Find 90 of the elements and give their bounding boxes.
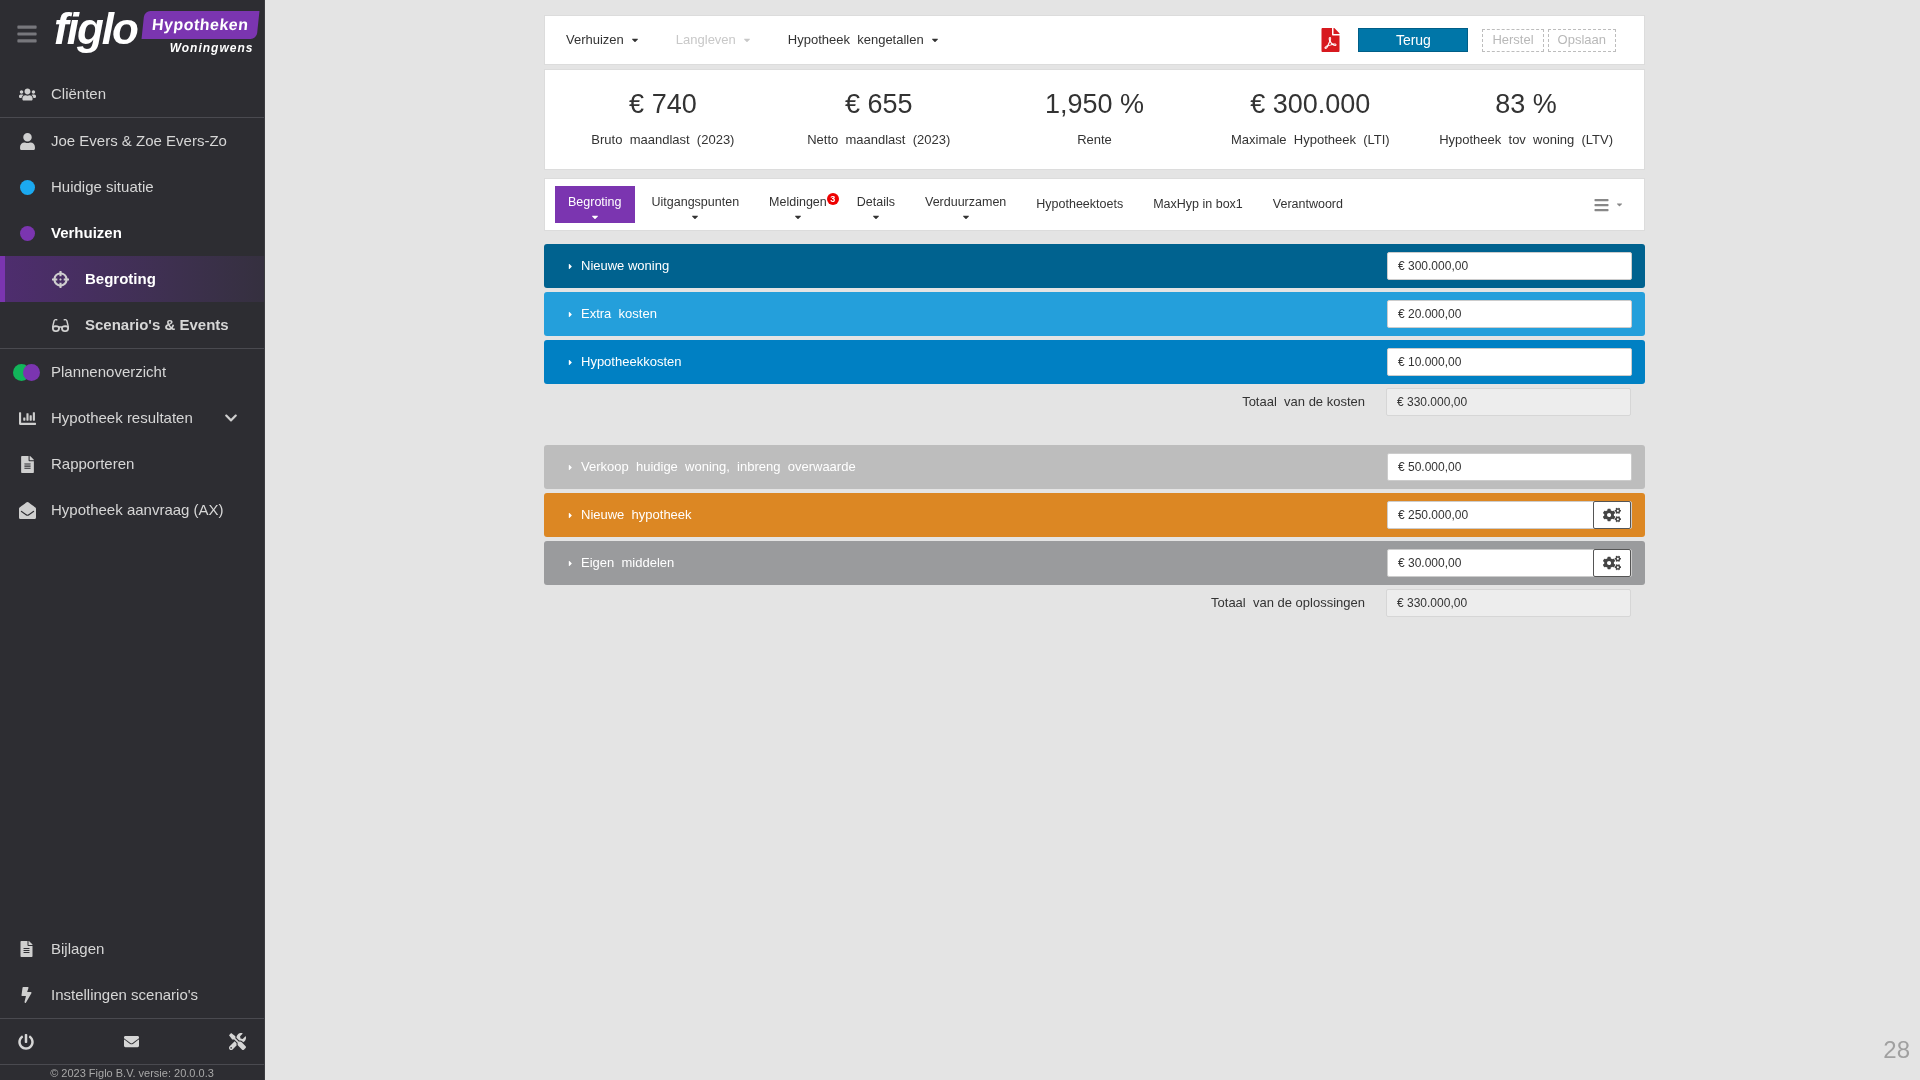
crosshair-icon [52,270,69,288]
settings-icon [1603,555,1621,571]
kpi-value: € 655 [844,89,913,118]
power-button[interactable] [18,1033,34,1050]
total-label: Totaal van de kosten [1242,393,1365,412]
tab[interactable]: Verantwoord [1259,186,1356,223]
sidebar-item[interactable]: Hypotheek aanvraag (AX) [0,487,264,533]
tab[interactable]: Hypotheektoets [1023,186,1137,223]
copyright-text: © 2023 Figlo B.V. versie: 20.0.0.3 [50,1066,214,1079]
kpi-value: 83 % [1495,89,1557,118]
amount-field[interactable]: € 10.000,00 [1387,348,1632,376]
page-number: 28 [1883,1035,1910,1065]
sidebar-item[interactable]: Bijlagen [0,926,264,972]
kpi-label: Netto maandlast (2023) [807,130,951,149]
kpi-label: Hypotheek tov woning (LTV) [1439,130,1614,149]
caret-icon [566,357,575,367]
total-label: Totaal van de oplossingen [1211,594,1365,613]
bolt-icon [19,987,34,1003]
tools-button[interactable] [229,1033,246,1050]
amount-field[interactable]: € 300.000,00 [1387,252,1632,280]
power-icon [18,1033,34,1050]
tab[interactable]: Uitgangspunten [638,186,753,223]
logo-subtitle: Woningwens [169,40,255,57]
amount-field[interactable]: € 20.000,00 [1387,300,1632,328]
accordion-panel[interactable]: Extra kosten € 20.000,00 [544,292,1645,336]
total-field: € 330.000,00 [1386,388,1631,416]
logo-badge: Hypotheken [141,11,259,39]
total-field: € 330.000,00 [1386,589,1631,617]
bar-chart-icon [19,409,36,427]
envelope-open-icon [19,501,36,519]
sidebar-item[interactable]: Cliënten [0,71,264,117]
pdf-icon[interactable] [1321,28,1341,52]
caret-icon [566,309,575,319]
panel-title: Eigen middelen [581,554,676,573]
sidebar-item[interactable]: Plannenoverzicht [0,349,264,395]
menu-icon[interactable] [14,23,40,45]
sidebar-subitem[interactable]: Begroting [0,256,264,302]
dual-dot-icon [13,363,40,381]
caret-icon [566,558,575,568]
accordion-panel[interactable]: Nieuwe hypotheek € 250.000,00 [544,493,1645,537]
amount-field[interactable]: € 50.000,00 [1387,453,1632,481]
kpi-value: € 300.000 [1250,89,1371,118]
notification-badge: 3 [826,193,839,205]
accordion-panel[interactable]: Eigen middelen € 30.000,00 [544,541,1645,585]
sidebar-item[interactable]: Rapporteren [0,441,264,487]
back-button[interactable]: Terug [1358,28,1469,52]
kpi-label: Maximale Hypotheek (LTI) [1230,130,1390,149]
caret-icon [566,462,575,472]
caret-icon [566,510,575,520]
document-icon [19,941,34,957]
tab[interactable]: Meldingen 3 [756,186,840,223]
amount-field[interactable]: € 30.000,00 [1387,549,1632,577]
sidebar-item[interactable]: Instellingen scenario's [0,972,264,1018]
menu-icon [1592,196,1611,213]
panel-title: Verkoop huidige woning, inbreng overwaarde [581,458,857,477]
panel-title: Nieuwe hypotheek [581,506,693,525]
sidebar-item[interactable]: Huidige situatie [0,164,264,210]
sidebar-item[interactable]: Joe Evers & Zoe Evers-Zo [0,118,264,164]
kpi-label: Bruto maandlast (2023) [591,130,735,149]
settings-button[interactable] [1593,501,1631,529]
tab[interactable]: MaxHyp in box1 [1140,186,1256,223]
mail-button[interactable] [123,1034,140,1049]
sidebar-subitem[interactable]: Scenario's & Events [0,302,264,348]
panel-title: Extra kosten [581,305,658,324]
tab[interactable]: Begroting [555,186,635,223]
toolbar-menu[interactable]: Verhuizen [566,30,640,50]
sidebar-item[interactable]: Verhuizen [0,210,264,256]
sidebar-item[interactable]: Hypotheek resultaten [0,395,264,441]
toolbar-menu[interactable]: Hypotheek kengetallen [787,30,940,50]
caret-icon [566,261,575,271]
caret-icon [1615,200,1624,209]
logo-wordmark: figlo [54,7,137,51]
kpi-value: 1,950 % [1044,89,1145,118]
panel-title: Hypotheekkosten [581,353,683,372]
tools-icon [229,1033,246,1050]
glasses-icon [52,316,69,334]
settings-icon [1603,507,1621,523]
kpi-label: Rente [1077,130,1112,149]
accordion-panel[interactable]: Nieuwe woning € 300.000,00 [544,244,1645,288]
tab[interactable]: Details [843,186,908,223]
amount-field[interactable]: € 250.000,00 [1387,501,1632,529]
kpi-value: € 740 [629,89,697,118]
accordion-panel[interactable]: Hypotheekkosten € 10.000,00 [544,340,1645,384]
envelope-icon [123,1034,140,1049]
accordion-panel[interactable]: Verkoop huidige woning, inbreng overwaarde € 50.000,00 [544,445,1645,489]
user-icon [19,132,36,150]
panel-title: Nieuwe woning [581,257,671,276]
settings-button[interactable] [1593,549,1631,577]
document-icon [19,455,36,473]
tab[interactable]: Verduurzamen [912,186,1020,223]
